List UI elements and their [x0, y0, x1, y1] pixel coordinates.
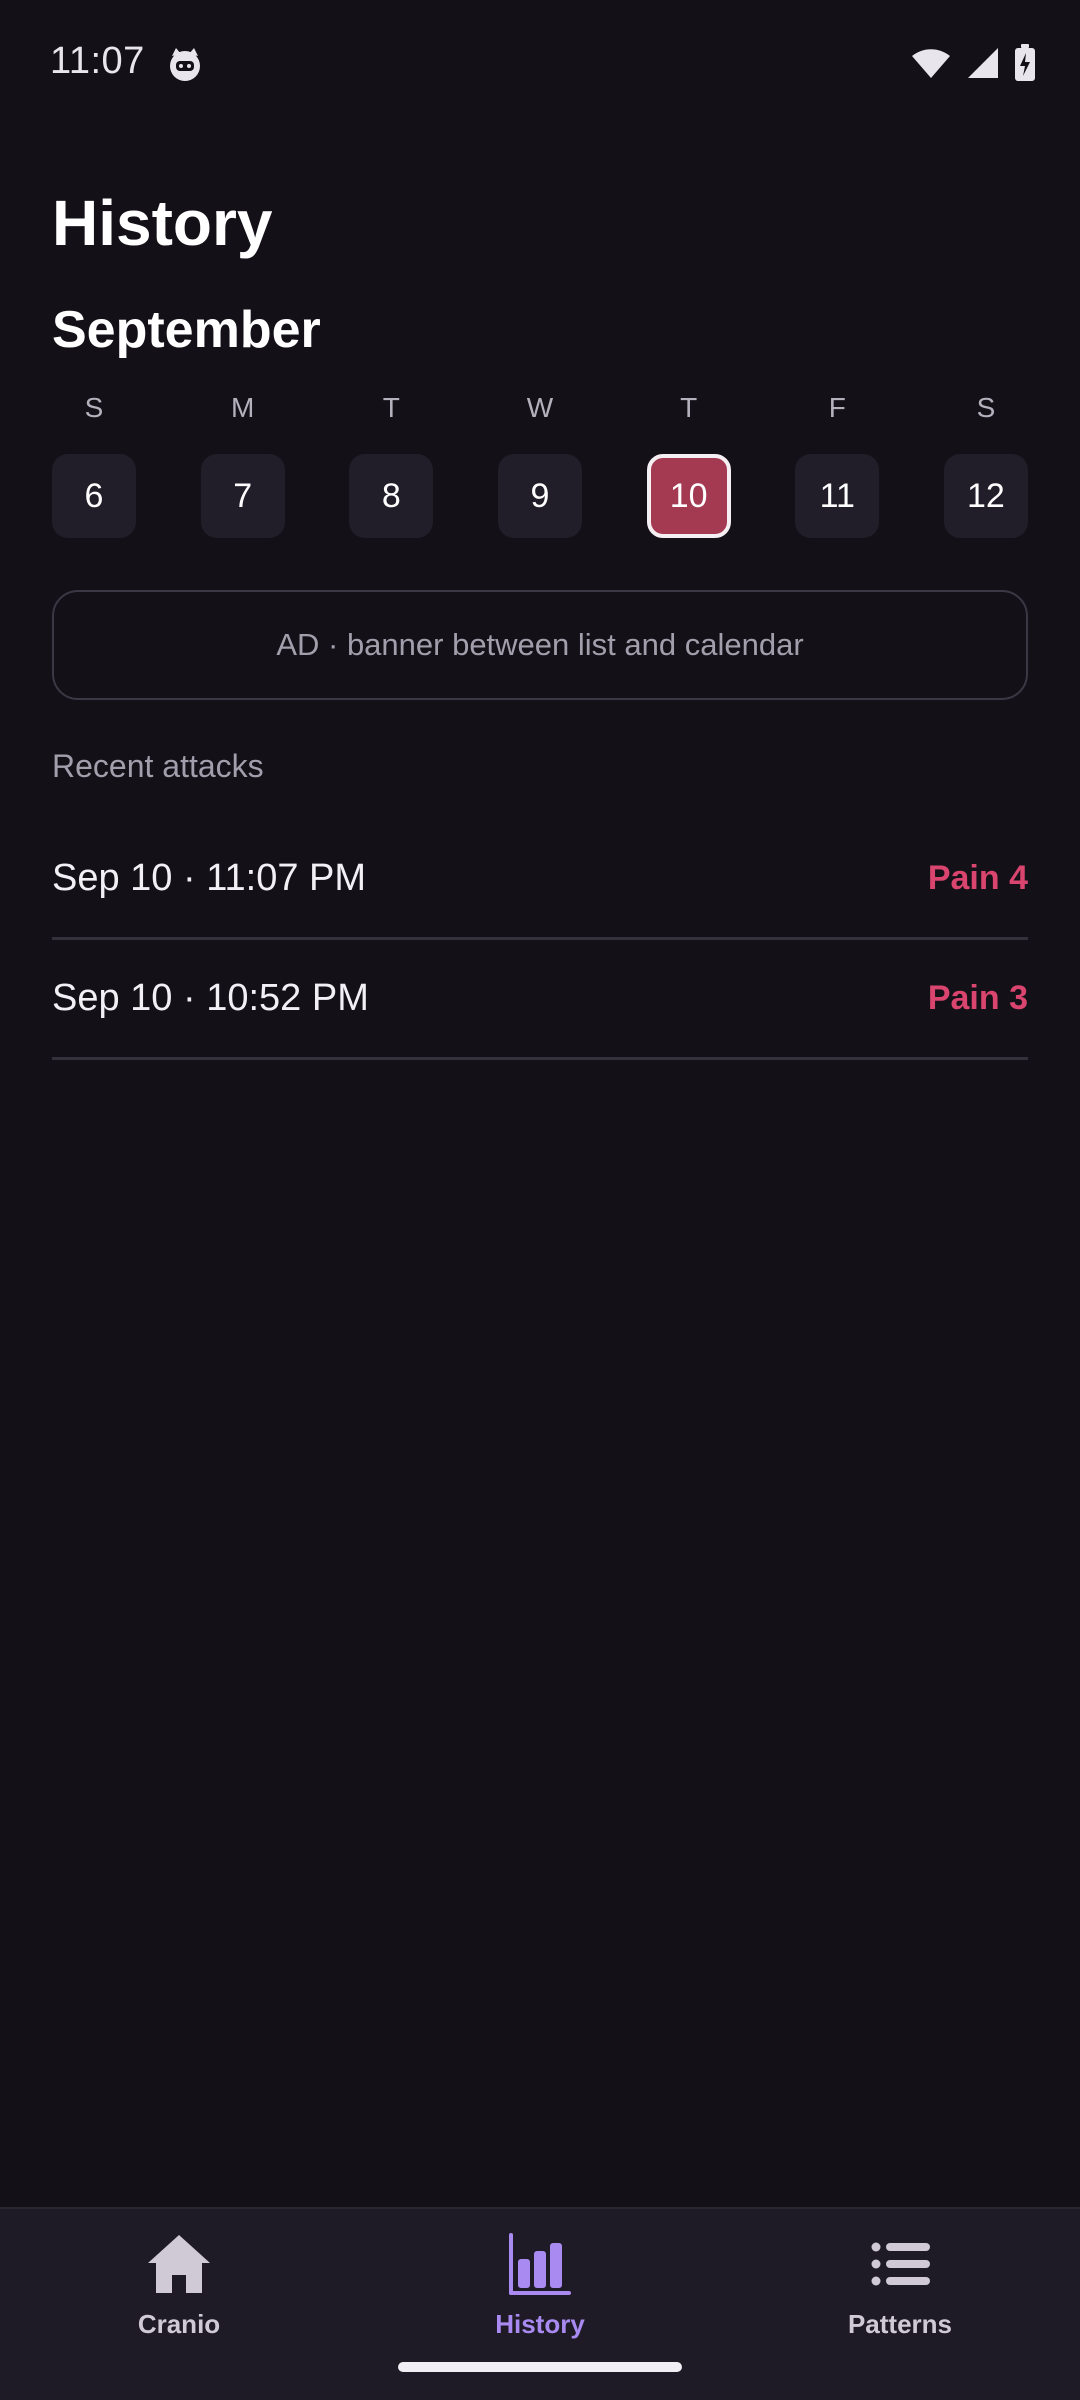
weekday-letter: F	[828, 392, 846, 423]
day-cell[interactable]: 8	[349, 454, 434, 538]
wifi-icon	[912, 49, 950, 78]
status-time: 11:07	[50, 40, 145, 82]
day-cell[interactable]: 11	[795, 454, 880, 538]
weekday-letter: T	[382, 392, 400, 423]
list-icon	[871, 2242, 930, 2286]
weekday-letter: S	[976, 392, 996, 423]
attack-time: Sep 10 · 10:52 PM	[52, 977, 369, 1019]
screen: 11:07 History September S M T W T F S 6 …	[0, 0, 1080, 2400]
signal-icon	[968, 48, 998, 78]
nav-label: History	[495, 2309, 585, 2339]
nav-item-cranio[interactable]: Cranio	[79, 2229, 279, 2349]
week-calendar: S M T W T F S 6 7 8 9 10 11 12	[52, 392, 1028, 538]
nav-label: Patterns	[847, 2309, 953, 2339]
weekday-letter: S	[84, 392, 104, 423]
weekday-header: S M T W T F S	[52, 392, 1028, 424]
attack-row[interactable]: Sep 10 · 10:52 PM Pain 3	[52, 940, 1028, 1060]
battery-charging-icon	[1015, 44, 1035, 81]
month-title: September	[52, 301, 321, 359]
weekday-letter: W	[526, 392, 554, 423]
cat-face-icon	[170, 48, 200, 81]
attack-time: Sep 10 · 11:07 PM	[52, 857, 367, 899]
page-title: History	[52, 187, 273, 259]
status-icons	[910, 44, 1036, 82]
home-indicator[interactable]	[398, 2362, 682, 2372]
ad-banner[interactable]: AD · banner between list and calendar	[52, 590, 1028, 700]
day-cell[interactable]: 9	[497, 454, 582, 538]
nav-item-patterns[interactable]: Patterns	[800, 2229, 1000, 2349]
day-cell[interactable]: 6	[52, 454, 136, 538]
attack-list: Sep 10 · 11:07 PM Pain 4 Sep 10 · 10:52 …	[52, 820, 1028, 1060]
day-cell[interactable]: 12	[943, 454, 1028, 538]
attack-pain-level: Pain 4	[927, 859, 1028, 897]
nav-item-history[interactable]: History	[440, 2229, 640, 2349]
week-days: 6 7 8 9 10 11 12	[52, 454, 1028, 538]
home-icon	[148, 2235, 210, 2293]
weekday-letter: T	[680, 392, 698, 423]
attack-pain-level: Pain 3	[927, 979, 1028, 1017]
weekday-letter: M	[230, 392, 255, 423]
day-cell[interactable]: 7	[200, 454, 285, 538]
attack-row[interactable]: Sep 10 · 11:07 PM Pain 4	[52, 820, 1028, 940]
recent-attacks-label: Recent attacks	[52, 748, 264, 784]
status-bar: 11:07	[0, 0, 1080, 130]
nav-label: Cranio	[137, 2309, 221, 2339]
bar-chart-icon	[509, 2233, 571, 2295]
day-cell-selected[interactable]: 10	[646, 454, 731, 538]
